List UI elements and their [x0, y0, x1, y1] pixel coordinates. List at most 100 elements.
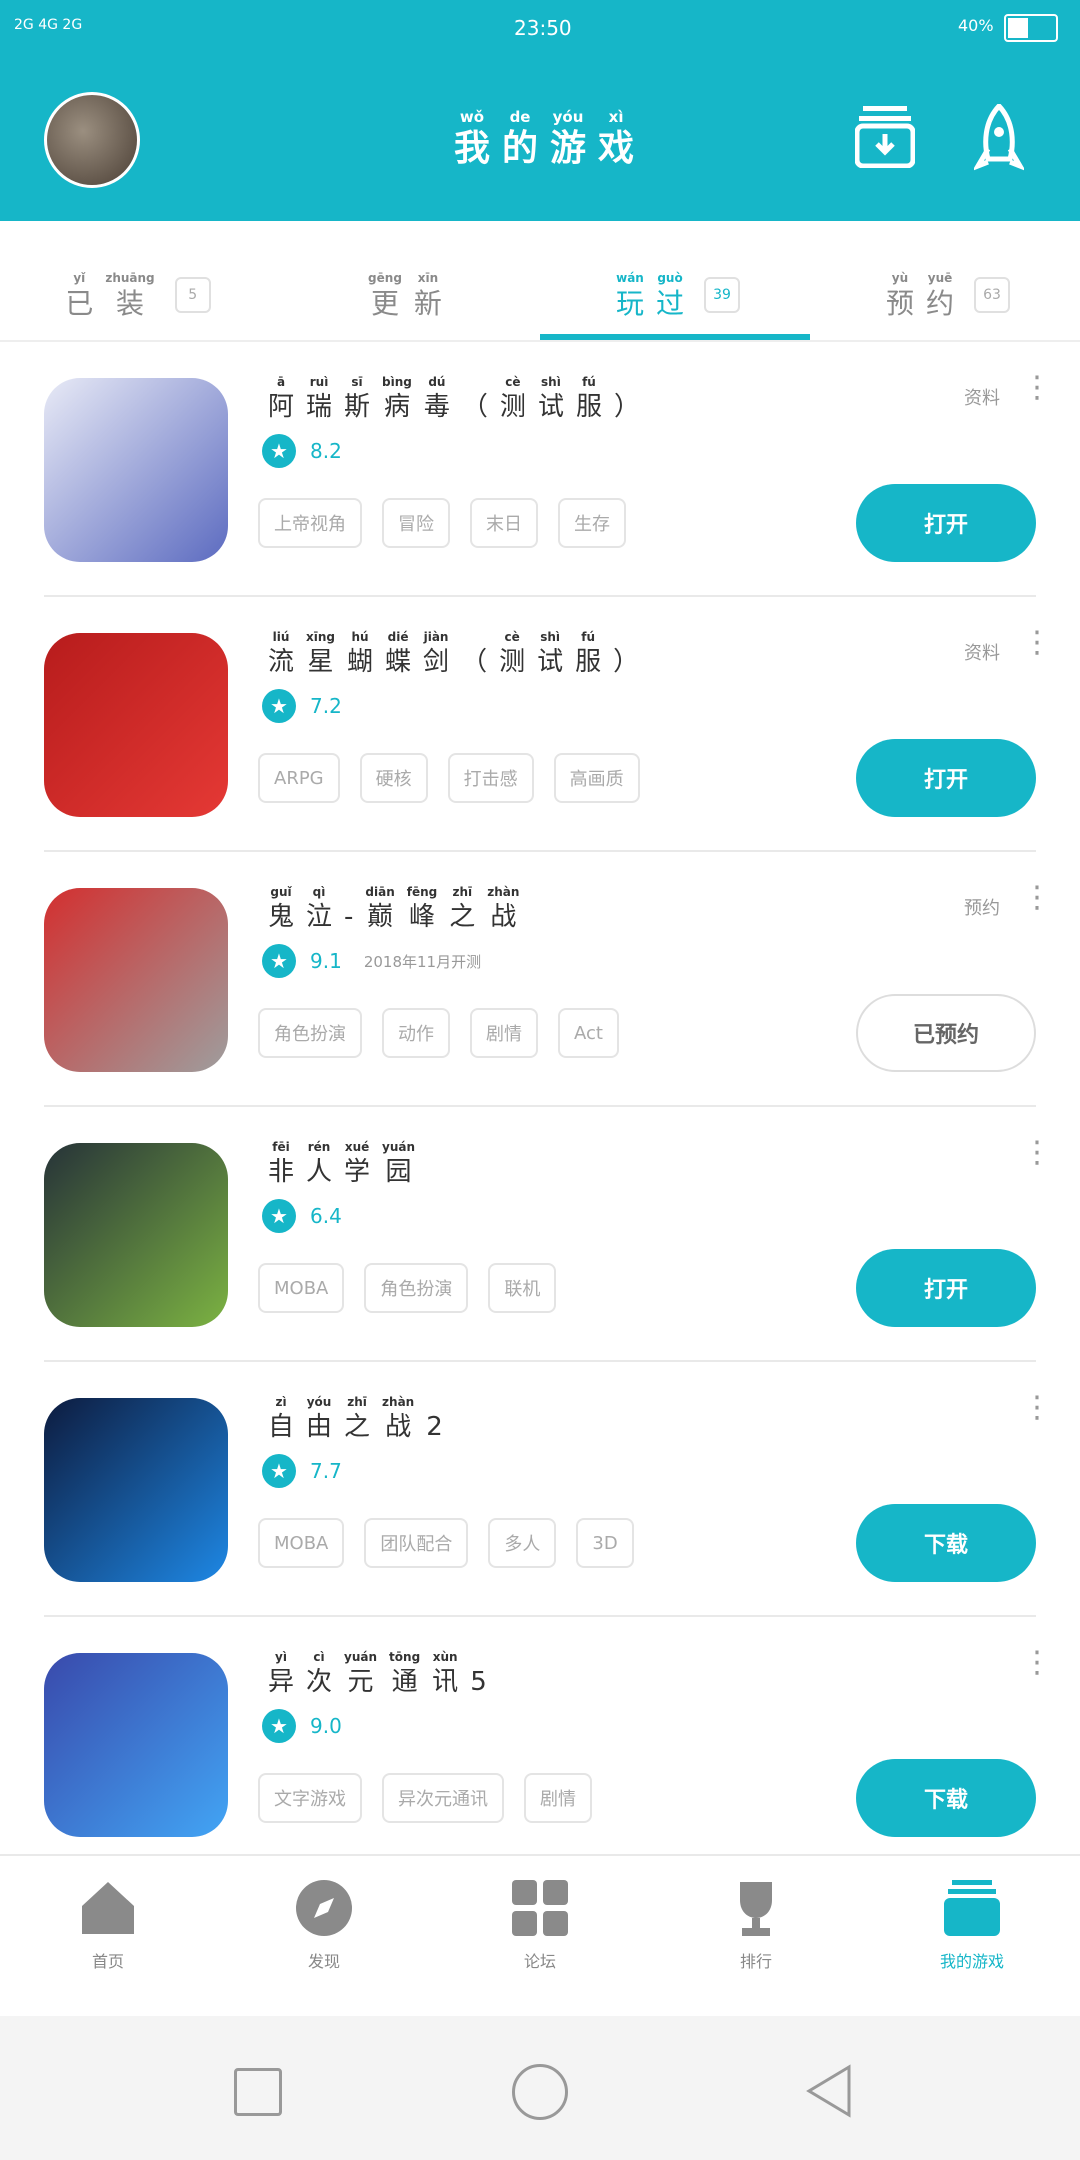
game-tag[interactable]: 文字游戏 [258, 1773, 362, 1823]
game-tag[interactable]: 高画质 [553, 753, 640, 803]
tab-reserved[interactable]: yù 预 yuē 约 63 [810, 250, 1080, 340]
game-tag[interactable]: 动作 [382, 1008, 450, 1058]
game-tag[interactable]: 硬核 [359, 753, 428, 803]
ruby-char: jiàn 剑 [423, 631, 449, 675]
home-icon [78, 1878, 138, 1938]
hanzi: 更 [370, 287, 399, 320]
game-tag[interactable]: 角色扮演 [364, 1263, 469, 1313]
grid-icon [510, 1878, 570, 1938]
game-row[interactable]: guǐ 鬼 qì 泣 - diān 巅 fēng 峰 zhī 之 zhàn 战 ★ 9.1 2018年11月开… [0, 852, 1080, 1107]
game-row[interactable]: liú 流 xīng 星 hú 蝴 dié 蝶 jiàn 剑 （ cè 测 shì 试 fú 服 ） ★ 7.2 ARP… [0, 597, 1080, 852]
pinyin: xīn [417, 271, 439, 285]
ruby-char: yóu 由 [306, 1396, 332, 1440]
action-button[interactable]: 打开 [856, 484, 1036, 562]
game-tag[interactable]: 3D [576, 1518, 634, 1568]
action-button[interactable]: 打开 [856, 1249, 1036, 1327]
game-tag[interactable]: 上帝视角 [258, 498, 362, 548]
game-name[interactable]: fēi 非 rén 人 xué 学 yuán 园 [262, 1141, 421, 1185]
game-icon[interactable] [44, 378, 228, 562]
game-tag[interactable]: 多人 [488, 1518, 557, 1568]
pinyin: dié [387, 630, 409, 644]
game-icon[interactable] [44, 888, 228, 1072]
game-tag[interactable]: 末日 [470, 498, 538, 548]
hanzi: 斯 [344, 392, 371, 422]
hanzi: 剑 [423, 647, 450, 677]
game-tag[interactable]: Act [558, 1008, 619, 1058]
more-options-icon[interactable]: ⋮ [1022, 1393, 1052, 1423]
ruby-char: wán 玩 [616, 272, 644, 318]
more-options-icon[interactable]: ⋮ [1022, 628, 1052, 658]
game-tag[interactable]: 角色扮演 [258, 1008, 362, 1058]
rating: ★ 7.7 [262, 1454, 342, 1488]
system-navigation-bar [0, 2016, 1080, 2160]
game-tag[interactable]: 联机 [488, 1263, 557, 1313]
game-tag[interactable]: 打击感 [447, 753, 534, 803]
game-tag[interactable]: 异次元通讯 [382, 1773, 504, 1823]
pinyin: xì [608, 108, 624, 126]
reserved-button[interactable]: 已预约 [856, 994, 1036, 1072]
tab-installed[interactable]: yǐ 已 zhuāng 装 5 [0, 250, 270, 340]
game-tag[interactable]: 团队配合 [364, 1518, 469, 1568]
game-tag[interactable]: 冒险 [382, 498, 450, 548]
game-name[interactable]: ā 阿 ruì 瑞 sī 斯 bìng 病 dú 毒 （ cè 测 shì 试 fú 服 ） [262, 376, 646, 420]
game-name[interactable]: zì 自 yóu 由 zhī 之 zhàn 战 2 [262, 1396, 449, 1440]
game-row[interactable]: zì 自 yóu 由 zhī 之 zhàn 战 2 ★ 7.7 MOBA 团队配合 多人 3D ⋮ 下载 [0, 1362, 1080, 1617]
more-options-icon[interactable]: ⋮ [1022, 883, 1052, 913]
action-button[interactable]: 下载 [856, 1759, 1036, 1837]
game-row[interactable]: fēi 非 rén 人 xué 学 yuán 园 ★ 6.4 MOBA 角色扮演 联机 ⋮ 打开 [0, 1107, 1080, 1362]
ruby-char: （ [461, 643, 487, 675]
ruby-char: fú 服 [575, 631, 601, 675]
tab-played[interactable]: wán 玩 guò 过 39 [540, 250, 810, 340]
download-icon[interactable] [854, 104, 916, 169]
hanzi: （ [461, 392, 488, 422]
info-link[interactable]: 资料 [964, 384, 1000, 410]
nav-trophy[interactable]: 排行 [648, 1878, 864, 1972]
more-options-icon[interactable]: ⋮ [1022, 1138, 1052, 1168]
pinyin: zhàn [487, 885, 520, 899]
ruby-char: cì 次 [306, 1651, 332, 1695]
game-tag[interactable]: ARPG [258, 753, 340, 803]
hanzi: 瑞 [306, 392, 333, 422]
game-tag[interactable]: MOBA [258, 1263, 345, 1313]
more-options-icon[interactable]: ⋮ [1022, 1648, 1052, 1678]
more-options-icon[interactable]: ⋮ [1022, 373, 1052, 403]
nav-compass[interactable]: 发现 [216, 1878, 432, 1972]
game-icon[interactable] [44, 1398, 228, 1582]
game-icon[interactable] [44, 633, 228, 817]
game-tag[interactable]: 生存 [558, 498, 626, 548]
game-row[interactable]: yì 异 cì 次 yuán 元 tōng 通 xùn 讯 5 ★ 9.0 文字游戏 异次元通讯 剧情 ⋮ 下载 [0, 1617, 1080, 1872]
game-tag[interactable]: 剧情 [470, 1008, 538, 1058]
tab-updates[interactable]: gēng 更 xīn 新 [270, 250, 540, 340]
action-button[interactable]: 下载 [856, 1504, 1036, 1582]
game-name[interactable]: yì 异 cì 次 yuán 元 tōng 通 xùn 讯 5 [262, 1651, 493, 1695]
game-icon[interactable] [44, 1653, 228, 1837]
info-link[interactable]: 预约 [964, 894, 1000, 920]
game-name[interactable]: guǐ 鬼 qì 泣 - diān 巅 fēng 峰 zhī 之 zhàn 战 [262, 886, 525, 930]
hanzi: 蝴 [347, 647, 374, 677]
ruby-char: bìng 病 [382, 376, 412, 420]
pinyin: sī [351, 375, 363, 389]
game-name[interactable]: liú 流 xīng 星 hú 蝴 dié 蝶 jiàn 剑 （ cè 测 shì 试 fú 服 ） [262, 631, 645, 675]
ruby-char: yuán 元 [344, 1651, 377, 1695]
rocket-icon[interactable] [972, 102, 1026, 174]
ruby-char: shì 试 [537, 631, 563, 675]
nav-my-games[interactable]: 我的游戏 [864, 1878, 1080, 1972]
pinyin: shì [540, 630, 560, 644]
hanzi: 流 [268, 647, 295, 677]
ruby-char: xùn 讯 [432, 1651, 458, 1695]
game-icon[interactable] [44, 1143, 228, 1327]
info-link[interactable]: 资料 [964, 639, 1000, 665]
recent-apps-button[interactable] [234, 2068, 282, 2116]
back-button[interactable] [804, 2064, 854, 2122]
hanzi: 峰 [409, 902, 436, 932]
ruby-char: - [344, 898, 353, 930]
tab-count-badge: 5 [174, 277, 211, 313]
game-row[interactable]: ā 阿 ruì 瑞 sī 斯 bìng 病 dú 毒 （ cè 测 shì 试 fú 服 ） ★ 8.2 上帝视角 冒险末… [0, 342, 1080, 597]
nav-grid[interactable]: 论坛 [432, 1878, 648, 1972]
home-button[interactable] [512, 2064, 568, 2120]
avatar[interactable] [44, 92, 140, 188]
nav-home[interactable]: 首页 [0, 1878, 216, 1972]
game-tag[interactable]: 剧情 [524, 1773, 592, 1823]
action-button[interactable]: 打开 [856, 739, 1036, 817]
game-tag[interactable]: MOBA [258, 1518, 345, 1568]
